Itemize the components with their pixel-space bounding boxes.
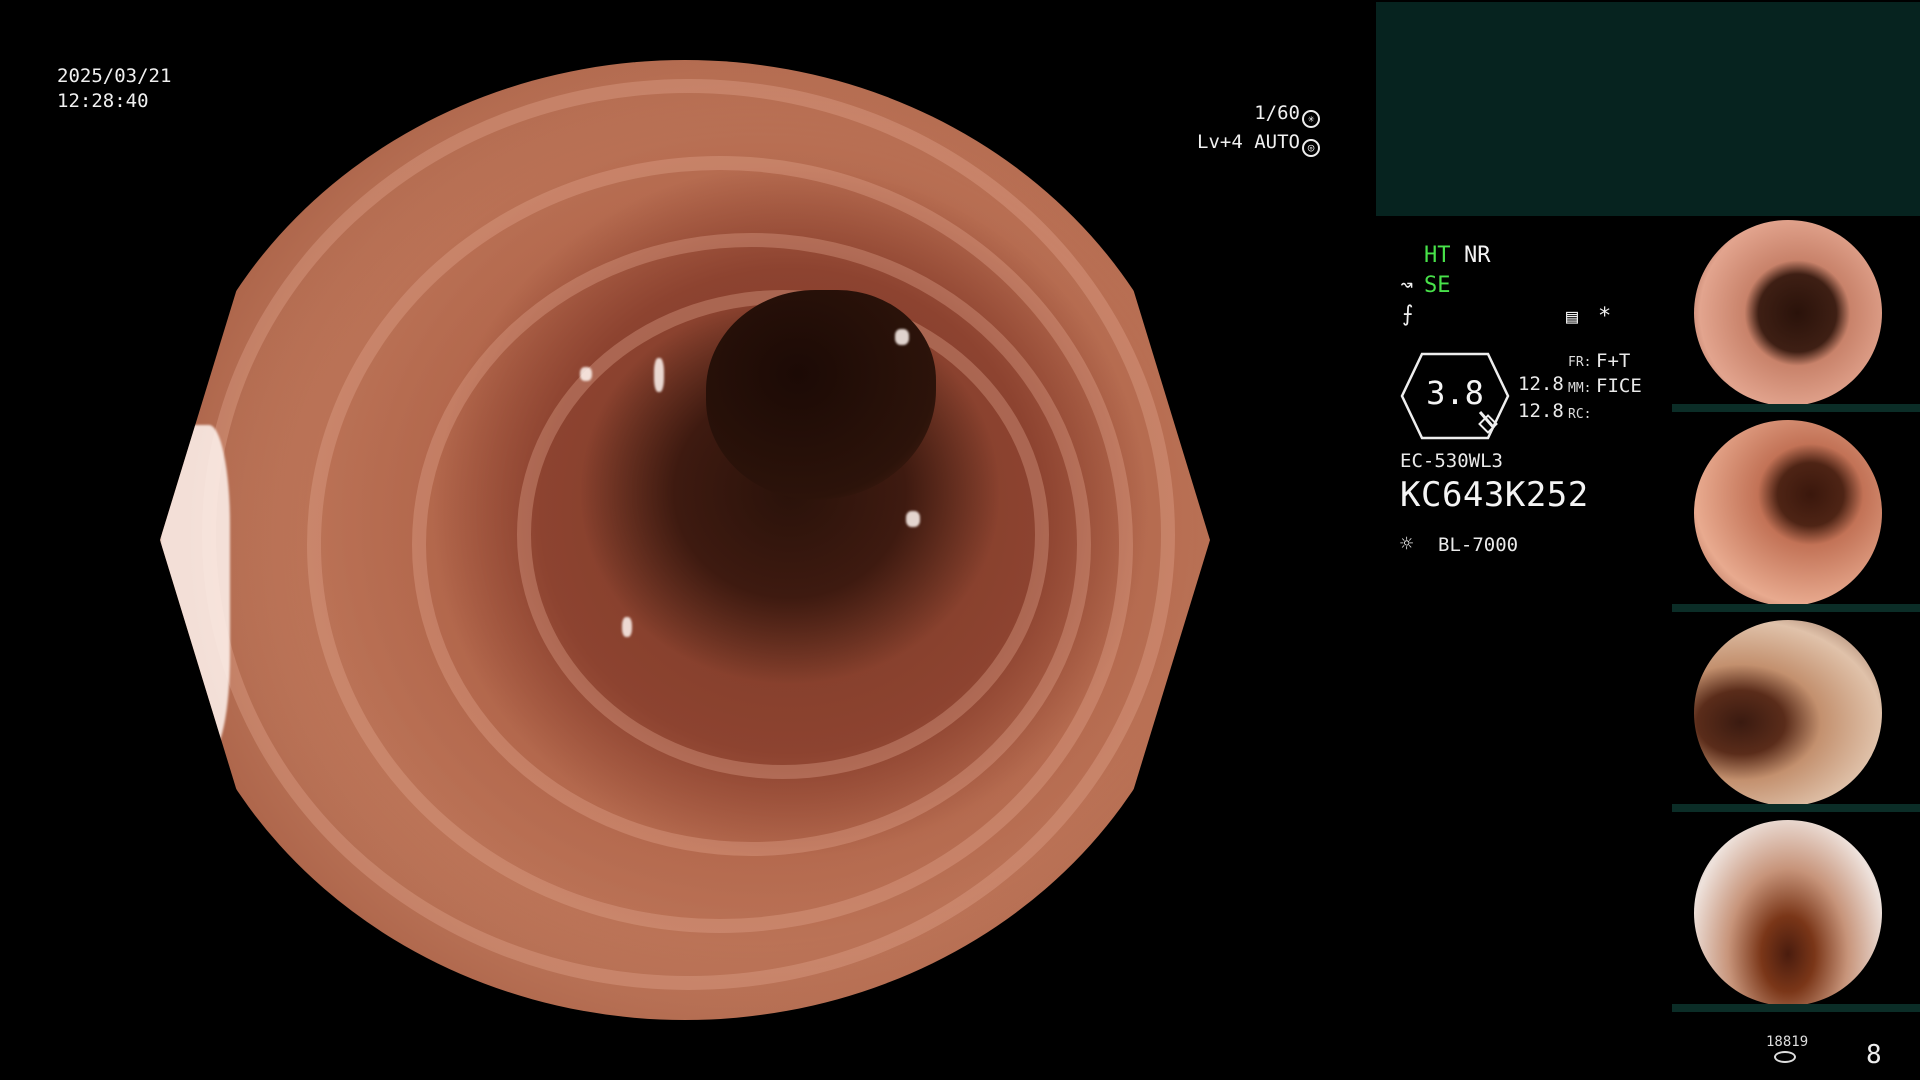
- magnification-badge: 3.8: [1400, 352, 1510, 440]
- ht-label: HT: [1424, 243, 1451, 268]
- iris-icon: ◎: [1302, 139, 1320, 157]
- thumbnail-caption-bar: [1672, 404, 1920, 412]
- exposure-readout: 1/60 ✳ Lv+4 AUTO ◎: [1197, 99, 1320, 157]
- memo-icon: ▤: [1566, 304, 1579, 328]
- scope-model: EC-530WL3: [1400, 450, 1503, 472]
- teal-header-box: [1376, 2, 1920, 216]
- light-glare: [580, 367, 592, 382]
- nr-label: NR: [1464, 243, 1491, 268]
- level-label: Lv+4 AUTO: [1197, 131, 1300, 153]
- time-label: 12:28:40: [57, 90, 149, 112]
- hand-fold-icon: ↝: [1400, 273, 1414, 298]
- thumbnail-1[interactable]: [1672, 216, 1920, 412]
- endoscope-main-view: [160, 60, 1210, 1020]
- light-glare: [905, 511, 920, 528]
- thumbnail-caption-bar: [1672, 1004, 1920, 1012]
- thumbnail-caption-bar: [1672, 804, 1920, 812]
- mag-value-top: 12.8: [1518, 373, 1564, 395]
- storage-icon: [1774, 1051, 1796, 1063]
- light-glare: [622, 616, 632, 637]
- light-glare: [653, 357, 664, 392]
- info-panel: HT NR ↝ SE ⨍ ▤ * 3.8 12.8 12.8 FR: F+T M…: [1376, 0, 1920, 1080]
- shutter-label: 1/60: [1254, 102, 1300, 124]
- timestamp: 2025/03/21 12:28:40: [57, 64, 171, 114]
- page-number: 8: [1866, 1040, 1882, 1070]
- light-glare: [895, 328, 909, 345]
- mm-label: MM:: [1568, 381, 1592, 396]
- shutter-icon: ✳: [1302, 110, 1320, 128]
- mm-value: FICE: [1596, 375, 1642, 397]
- fr-label: FR:: [1568, 355, 1592, 370]
- thumbnail-2[interactable]: [1672, 416, 1920, 612]
- thumbnail-image: [1694, 420, 1882, 606]
- light-glare: [160, 424, 230, 755]
- image-counter: 18819: [1766, 1034, 1809, 1050]
- light-source-icon: ☼: [1400, 532, 1414, 557]
- rc-label: RC:: [1568, 407, 1592, 422]
- thumbnail-3[interactable]: [1672, 616, 1920, 812]
- thumbnail-4[interactable]: [1672, 816, 1920, 1012]
- thumbnail-image: [1694, 620, 1882, 806]
- slash-f-icon: ⨍: [1402, 302, 1414, 327]
- se-label: SE: [1424, 273, 1451, 298]
- thumbnail-image: [1694, 820, 1882, 1006]
- asterisk-icon: *: [1598, 304, 1612, 329]
- magnification-value: 3.8: [1426, 374, 1484, 412]
- light-source-label: BL-7000: [1438, 534, 1519, 556]
- thumbnail-image: [1694, 220, 1882, 406]
- mag-value-bottom: 12.8: [1518, 400, 1564, 422]
- fr-value: F+T: [1596, 350, 1631, 372]
- scope-serial: KC643K252: [1400, 475, 1589, 515]
- thumbnail-caption-bar: [1672, 604, 1920, 612]
- date-label: 2025/03/21: [57, 65, 172, 87]
